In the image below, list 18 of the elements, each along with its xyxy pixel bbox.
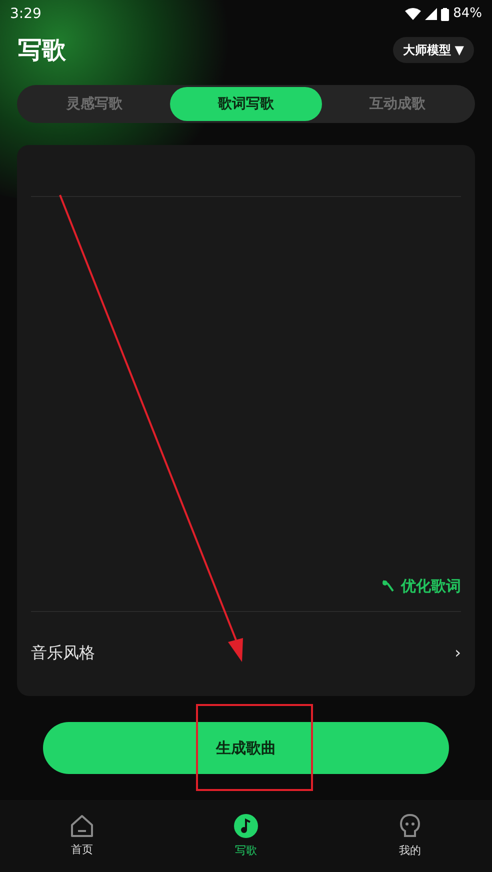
model-selector[interactable]: 大师模型 ▼: [392, 37, 474, 63]
signal-icon: [425, 8, 438, 20]
page-title: 写歌: [18, 35, 66, 66]
generate-song-button[interactable]: 生成歌曲: [43, 722, 449, 774]
status-time: 3:29: [10, 4, 42, 24]
nav-item[interactable]: 我的: [328, 812, 492, 860]
battery-percent: 84%: [453, 5, 482, 24]
wifi-icon: [405, 8, 422, 20]
nav-item[interactable]: 首页: [0, 814, 164, 858]
home-icon: [69, 814, 95, 838]
face-icon: [399, 812, 421, 839]
nav-item[interactable]: 写歌: [164, 812, 328, 860]
battery-icon: [441, 8, 450, 20]
magic-wand-icon: [381, 578, 395, 593]
music-note-icon: [233, 812, 259, 839]
music-style-row[interactable]: 音乐风格 ›: [31, 612, 461, 696]
optimize-lyrics-button[interactable]: 优化歌词: [381, 574, 461, 597]
mode-tab[interactable]: 歌词写歌: [170, 87, 322, 121]
